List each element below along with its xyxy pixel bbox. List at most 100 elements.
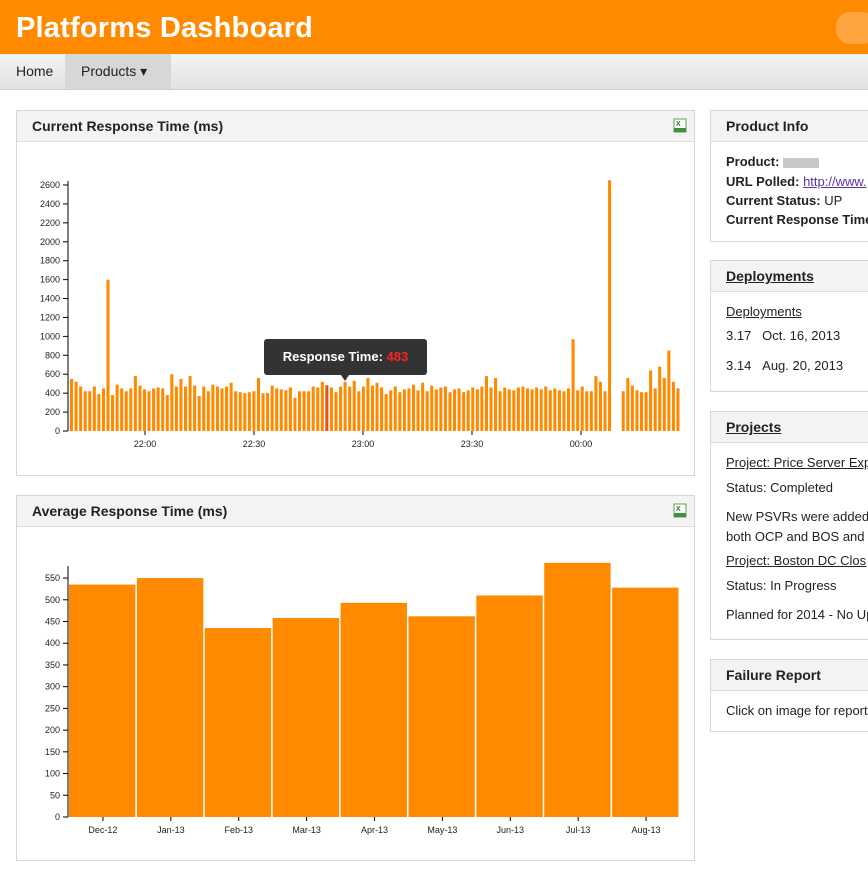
project-link[interactable]: Project: Boston DC Clos — [726, 553, 866, 568]
data-bar — [188, 376, 192, 431]
deployments-sublink[interactable]: Deployments — [726, 304, 802, 319]
data-bar — [585, 391, 589, 431]
average-response-panel: Average Response Time (ms) X 0 50 100 150 20… — [16, 495, 695, 861]
y-tick-label: 0 — [55, 812, 60, 822]
data-bar — [484, 376, 488, 431]
data-bar — [340, 602, 407, 817]
data-bar — [138, 385, 142, 431]
data-bar — [503, 387, 507, 431]
data-bar — [571, 339, 575, 431]
y-tick-label: 200 — [45, 407, 60, 417]
x-tick-label: Jan-13 — [157, 825, 185, 835]
projects-title-link[interactable]: Projects — [726, 419, 781, 435]
data-bar — [667, 350, 671, 431]
excel-export-icon[interactable]: X — [673, 503, 687, 518]
data-bar — [644, 392, 648, 431]
data-bar — [576, 390, 580, 431]
data-bar — [594, 376, 598, 431]
data-bar — [525, 388, 530, 431]
panel-title: Product Info — [726, 118, 809, 134]
panel-title: Average Response Time (ms) — [32, 503, 228, 519]
data-bar — [635, 390, 639, 431]
data-bar — [507, 389, 511, 431]
data-bar — [476, 595, 543, 817]
data-bar — [334, 392, 338, 431]
data-bar — [457, 388, 461, 431]
panel-header: Product Info — [711, 111, 868, 142]
data-bar — [272, 618, 340, 817]
failure-report-text[interactable]: Click on image for report — [726, 703, 868, 718]
panel-title: Failure Report — [726, 667, 821, 683]
redacted-product-name — [783, 157, 820, 168]
data-bar — [389, 390, 393, 431]
x-tick-label: Mar-13 — [292, 825, 321, 835]
x-tick-label: Dec-12 — [88, 825, 117, 835]
data-bar — [626, 378, 630, 431]
deployments-title-link[interactable]: Deployments — [726, 268, 814, 284]
data-bar — [539, 389, 543, 431]
data-bar — [133, 376, 137, 431]
deployment-item: 3.14 Aug. 20, 2013 — [726, 358, 843, 373]
nav-products-dropdown[interactable]: Products ▾ — [65, 54, 171, 89]
data-bar — [279, 389, 283, 431]
x-tick-label: Apr-13 — [361, 825, 388, 835]
data-bar — [229, 382, 233, 431]
data-bar — [243, 393, 247, 431]
panel-header: Average Response Time (ms) X — [17, 496, 694, 527]
y-tick-label: 2600 — [40, 180, 60, 190]
data-bar — [361, 386, 365, 431]
data-bar — [202, 386, 206, 431]
y-tick-label: 1200 — [40, 312, 60, 322]
data-bar — [115, 384, 119, 431]
data-bar — [325, 385, 329, 431]
data-bar — [393, 386, 397, 431]
data-bar — [343, 381, 347, 431]
data-bar — [671, 381, 675, 431]
data-bar — [603, 391, 607, 431]
data-bar — [120, 388, 124, 431]
nav-home[interactable]: Home — [0, 54, 69, 89]
data-bar — [206, 391, 210, 431]
y-tick-label: 200 — [45, 725, 60, 735]
project-link[interactable]: Project: Price Server Exp — [726, 455, 868, 470]
data-bar — [430, 385, 434, 431]
failure-report-panel: Failure Report Click on image for report — [710, 659, 868, 732]
data-bar — [129, 388, 133, 431]
x-tick-label: Jun-13 — [497, 825, 525, 835]
data-bar — [402, 389, 406, 431]
data-bar — [498, 391, 502, 431]
project-status: Status: In Progress — [726, 578, 837, 593]
y-tick-label: 350 — [45, 660, 60, 670]
y-tick-label: 1400 — [40, 294, 60, 304]
data-bar — [471, 387, 475, 431]
data-bar — [439, 387, 443, 431]
x-tick-label: 00:00 — [570, 439, 593, 449]
data-bar — [639, 392, 644, 431]
product-row: Product: — [726, 154, 820, 169]
y-tick-label: 2000 — [40, 237, 60, 247]
excel-export-icon[interactable]: X — [673, 118, 687, 133]
y-tick-label: 1000 — [40, 331, 60, 341]
panel-header: Deployments — [711, 261, 868, 292]
data-bar — [79, 386, 83, 431]
data-bar — [557, 390, 561, 431]
data-bar — [530, 389, 534, 431]
y-tick-label: 1600 — [40, 275, 60, 285]
data-bar — [270, 385, 274, 431]
data-bar — [111, 395, 115, 431]
status-label: Current Status: — [726, 193, 821, 208]
product-info-panel: Product Info Product: URL Polled: http:/… — [710, 110, 868, 242]
url-polled-link[interactable]: http://www. — [803, 174, 867, 189]
nav-bar: Home Products ▾ — [0, 54, 868, 90]
panel-header: Failure Report — [711, 660, 868, 691]
y-tick-label: 800 — [45, 350, 60, 360]
y-tick-label: 600 — [45, 369, 60, 379]
data-bar — [161, 388, 165, 431]
data-bar — [88, 391, 92, 431]
x-tick-label: May-13 — [427, 825, 457, 835]
data-bar — [348, 386, 352, 431]
data-bar — [489, 387, 493, 431]
data-bar — [630, 385, 634, 431]
data-bar — [74, 381, 78, 431]
x-tick-label: Feb-13 — [224, 825, 253, 835]
